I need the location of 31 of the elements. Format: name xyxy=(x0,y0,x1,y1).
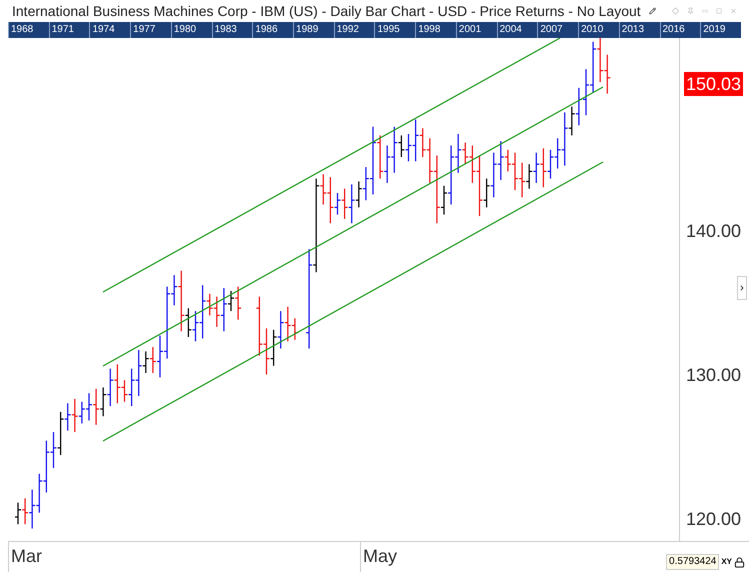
timeline-year: 1992 xyxy=(334,22,374,38)
timeline-year: 1995 xyxy=(374,22,416,38)
timeline-year: 2004 xyxy=(496,22,538,38)
lock-icon[interactable] xyxy=(734,556,745,568)
timeline-year: 2019 xyxy=(700,22,741,38)
timeline-year: 1974 xyxy=(89,22,130,38)
timeline-year: 1998 xyxy=(415,22,456,38)
price-axis-label: 130.00 xyxy=(686,364,742,387)
scale-mode-label: XY xyxy=(721,556,732,568)
timeline-year: 1977 xyxy=(130,22,171,38)
window-title: International Business Machines Corp - IBM (US) - Daily Bar Chart - USD - Price Returns - No Layout xyxy=(12,2,641,21)
date-axis-label: May xyxy=(360,542,398,572)
timeline-year: 2001 xyxy=(456,22,497,38)
date-axis-label: Mar xyxy=(8,542,42,572)
timeline-navigator[interactable]: 1968 1971 1974 1977 1980 1983 1986 1989 1992 1995 1998 2001 2004 2007 2010 2013 2016 2019 xyxy=(8,22,741,38)
timeline-year: 2010 xyxy=(578,22,619,38)
timeline-year: 1986 xyxy=(252,22,294,38)
timeline-year: 2007 xyxy=(537,22,578,38)
price-axis-label: 140.00 xyxy=(686,220,742,243)
timeline-year: 2013 xyxy=(618,22,660,38)
last-price-label: 150.03 xyxy=(684,72,744,96)
timeline-year: 1971 xyxy=(48,22,90,38)
timeline-year: 1968 xyxy=(8,22,49,38)
price-axis-label: 120.00 xyxy=(686,508,742,531)
timeline-year: 2016 xyxy=(660,22,700,38)
timeline-year: 1983 xyxy=(212,22,252,38)
scroll-right-button[interactable] xyxy=(737,276,747,300)
scale-value-field[interactable]: 0.5793424 xyxy=(666,554,720,570)
timeline-year: 1980 xyxy=(170,22,212,38)
chevron-right-icon xyxy=(738,283,746,293)
timeline-year: 1989 xyxy=(293,22,334,38)
